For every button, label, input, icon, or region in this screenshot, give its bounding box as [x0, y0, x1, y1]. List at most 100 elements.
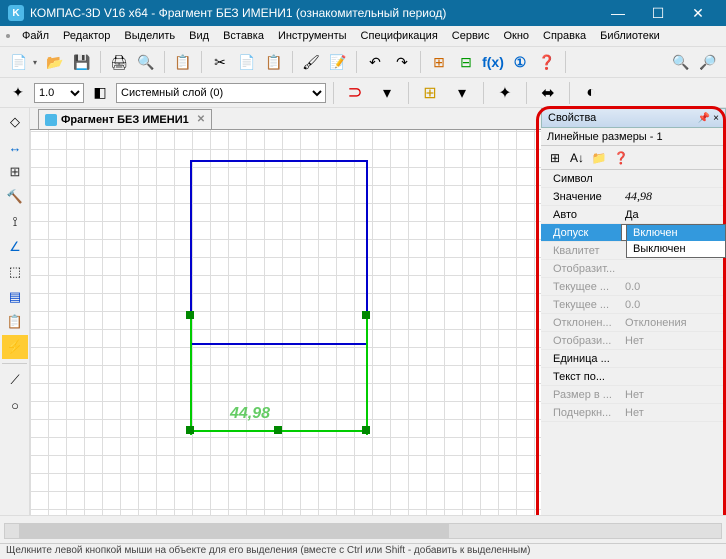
reports-tool[interactable]: 📋 [2, 310, 28, 334]
prop-value[interactable]: 0.0 [621, 281, 726, 293]
scale-combo[interactable]: 1.0 [34, 83, 84, 103]
menu-tools[interactable]: Инструменты [272, 28, 353, 44]
props-button[interactable]: 📝 [326, 50, 350, 74]
vars-button[interactable]: ① [508, 50, 532, 74]
dim-extension-1[interactable] [190, 315, 192, 435]
layers-button[interactable]: ◧ [88, 81, 112, 105]
prop-row[interactable]: Текст по... [541, 368, 726, 386]
dim-extension-2[interactable] [366, 315, 368, 435]
cut-button[interactable]: ✂ [208, 50, 232, 74]
measure-tool[interactable]: ∠ [2, 235, 28, 259]
new-button[interactable]: 📄 [6, 50, 40, 74]
handle[interactable] [186, 311, 194, 319]
h-scrollbar[interactable] [4, 523, 722, 539]
fx-button[interactable]: f(x) [481, 50, 505, 74]
prop-row[interactable]: Отобрази...Нет [541, 332, 726, 350]
rectangle-shape[interactable] [190, 160, 368, 345]
pin-icon[interactable]: 📌 × [698, 113, 719, 124]
drawing-canvas[interactable]: 44,98 [30, 130, 541, 528]
sort-icon[interactable]: A↓ [567, 148, 587, 168]
prop-row[interactable]: Значение44,98 [541, 188, 726, 206]
prop-value[interactable]: Нет [621, 407, 726, 419]
round-button[interactable]: ◐ [577, 80, 605, 106]
print-button[interactable]: 🖨 [107, 50, 131, 74]
menu-libs[interactable]: Библиотеки [594, 28, 666, 44]
menu-editor[interactable]: Редактор [57, 28, 116, 44]
undo-button[interactable]: ↶ [363, 50, 387, 74]
doc-tab[interactable]: Фрагмент БЕЗ ИМЕНИ1 ✕ [38, 109, 212, 129]
insert-tool[interactable]: ⚡ [2, 335, 28, 359]
edit-tool[interactable]: 🔨 [2, 185, 28, 209]
open-button[interactable]: 📂 [43, 50, 67, 74]
grid-drop[interactable]: ▾ [448, 80, 476, 106]
close-button[interactable]: ✕ [678, 0, 718, 26]
coords-button[interactable]: ✦ [491, 80, 519, 106]
handle[interactable] [274, 426, 282, 434]
tolerance-dropdown[interactable]: Включен Выключен [626, 224, 726, 258]
dim-text[interactable]: 44,98 [230, 405, 270, 423]
ortho-button[interactable]: ⬌ [534, 80, 562, 106]
prop-value[interactable]: 44,98 [621, 189, 726, 204]
prop-row[interactable]: Единица ... [541, 350, 726, 368]
layer-combo[interactable]: Системный слой (0) [116, 83, 326, 103]
dd-option-on[interactable]: Включен [627, 225, 725, 241]
menu-window[interactable]: Окно [497, 28, 535, 44]
prop-key: Размер в ... [541, 389, 621, 401]
menu-spec[interactable]: Спецификация [355, 28, 444, 44]
save-button[interactable]: 💾 [70, 50, 94, 74]
prop-row[interactable]: Подчеркн...Нет [541, 404, 726, 422]
prop-row[interactable]: Текущее ...0.0 [541, 278, 726, 296]
snap-drop[interactable]: ▾ [373, 80, 401, 106]
geometry-tool[interactable]: ◇ [2, 110, 28, 134]
dimension-tool[interactable]: ↔ [2, 135, 28, 159]
panel-title-bar[interactable]: Свойства 📌 × [541, 108, 726, 128]
prop-row[interactable]: Отклонен...Отклонения [541, 314, 726, 332]
paste-button[interactable]: 📋 [262, 50, 286, 74]
prop-value[interactable]: Да [621, 209, 726, 221]
menu-help[interactable]: Справка [537, 28, 592, 44]
prop-row[interactable]: Размер в ...Нет [541, 386, 726, 404]
zoom-out-button[interactable]: 🔎 [696, 50, 720, 74]
doc-props-button[interactable]: 📋 [171, 50, 195, 74]
categorize-icon[interactable]: ⊞ [545, 148, 565, 168]
select-tool[interactable]: ⬚ [2, 260, 28, 284]
spec-button[interactable]: ⊞ [427, 50, 451, 74]
copy-button[interactable]: 📄 [235, 50, 259, 74]
menu-select[interactable]: Выделить [118, 28, 181, 44]
tab-close[interactable]: ✕ [197, 114, 205, 125]
preview-button[interactable]: 🔍 [134, 50, 158, 74]
redo-button[interactable]: ↷ [390, 50, 414, 74]
handle[interactable] [362, 311, 370, 319]
prop-row[interactable]: Текущее ...0.0 [541, 296, 726, 314]
grid-button[interactable]: ⊞ [416, 80, 444, 106]
param-tool[interactable]: ⟟ [2, 210, 28, 234]
orient-button[interactable]: ✦ [6, 81, 30, 105]
dd-option-off[interactable]: Выключен [627, 241, 725, 257]
handle[interactable] [362, 426, 370, 434]
menu-file[interactable]: Файл [16, 28, 55, 44]
prop-row[interactable]: АвтоДа [541, 206, 726, 224]
prop-value[interactable]: Нет [621, 335, 726, 347]
circle-tool[interactable]: ○ [2, 393, 28, 417]
brush-button[interactable]: 🖌 [299, 50, 323, 74]
zoom-in-button[interactable]: 🔍 [669, 50, 693, 74]
snap-button[interactable]: ⊃ [341, 80, 369, 106]
prop-row[interactable]: Отобразит... [541, 260, 726, 278]
manager-button[interactable]: ⊟ [454, 50, 478, 74]
maximize-button[interactable]: ☐ [638, 0, 678, 26]
menu-service[interactable]: Сервис [446, 28, 496, 44]
help-icon[interactable]: ❓ [611, 148, 631, 168]
notation-tool[interactable]: ⊞ [2, 160, 28, 184]
folder-icon[interactable]: 📁 [589, 148, 609, 168]
menu-view[interactable]: Вид [183, 28, 215, 44]
prop-row[interactable]: Символ [541, 170, 726, 188]
prop-value[interactable]: Нет [621, 389, 726, 401]
prop-value[interactable]: 0.0 [621, 299, 726, 311]
prop-value[interactable]: Отклонения [621, 317, 726, 329]
handle[interactable] [186, 426, 194, 434]
line-tool[interactable]: ⟋ [2, 368, 28, 392]
help-button[interactable]: ❓ [535, 50, 559, 74]
spec-tool[interactable]: ▤ [2, 285, 28, 309]
menu-insert[interactable]: Вставка [217, 28, 270, 44]
minimize-button[interactable]: — [598, 0, 638, 26]
